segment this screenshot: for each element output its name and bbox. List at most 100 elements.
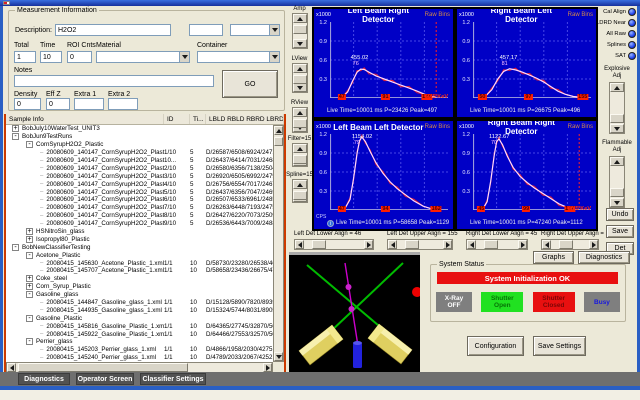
extra2-field[interactable] bbox=[108, 98, 138, 110]
scroll-track[interactable] bbox=[293, 189, 307, 193]
scroll-track[interactable] bbox=[293, 117, 307, 123]
tab-operator-screen[interactable]: Operator Screen bbox=[76, 373, 134, 385]
tree-row[interactable]: +HSNitroSin_glass bbox=[6, 228, 273, 236]
scroll-thumb[interactable] bbox=[293, 155, 307, 164]
tree-expander-icon[interactable]: - bbox=[12, 133, 19, 140]
tree-row[interactable]: -Perrier_glass bbox=[6, 338, 273, 346]
tree-row[interactable]: –20080609_140147_CornSyrupH2O2_Plastic_3… bbox=[6, 172, 273, 180]
led-button[interactable] bbox=[628, 8, 636, 16]
tree-row[interactable]: –20080415_144935_Gasoline_glass_1.xml1/1… bbox=[6, 306, 273, 314]
scroll-up-icon[interactable] bbox=[293, 64, 307, 73]
column-header-sample-info[interactable]: Sample Info bbox=[6, 114, 164, 124]
effz-field[interactable] bbox=[46, 98, 70, 110]
scroll-up-icon[interactable] bbox=[610, 157, 624, 166]
scroll-thumb[interactable] bbox=[293, 191, 307, 200]
scroll-down-icon[interactable] bbox=[293, 83, 307, 92]
scroll-track[interactable] bbox=[304, 240, 364, 249]
tree-row[interactable]: –20080415_145630_Acetone_Plastic_1.xml1/… bbox=[6, 259, 273, 267]
tree-row[interactable]: +BobJuly10WaterTest_UNIT3 bbox=[6, 125, 273, 133]
scrollbar-horizontal[interactable] bbox=[294, 239, 374, 250]
extra1-field[interactable] bbox=[74, 98, 104, 110]
time-field[interactable] bbox=[40, 51, 62, 63]
tree-vertical-scrollbar[interactable] bbox=[273, 125, 284, 362]
container-dropdown[interactable] bbox=[197, 51, 280, 63]
graphs-button[interactable]: Graphs bbox=[533, 251, 574, 264]
scroll-track[interactable] bbox=[293, 73, 307, 83]
led-button[interactable] bbox=[628, 19, 636, 27]
scrollbar-vertical[interactable] bbox=[292, 13, 308, 49]
tree-row[interactable]: -CornSyrupH2O2_Plastic bbox=[6, 141, 273, 149]
tree-row[interactable]: –20080609_140147_CornSyrupH2O2_Plastic_1… bbox=[6, 157, 273, 165]
scroll-thumb[interactable] bbox=[18, 363, 188, 372]
scroll-left-icon[interactable] bbox=[295, 240, 304, 249]
diagnostics-button[interactable]: Diagnostics bbox=[578, 251, 630, 264]
scroll-thumb[interactable] bbox=[293, 119, 307, 128]
scroll-up-icon[interactable] bbox=[293, 144, 307, 153]
description-field[interactable] bbox=[55, 24, 171, 36]
dropdown-arrow-icon[interactable] bbox=[269, 52, 279, 62]
tree-row[interactable]: +Coke_steel bbox=[6, 275, 273, 283]
scroll-down-icon[interactable] bbox=[293, 39, 307, 48]
scrollbar-vertical[interactable] bbox=[273, 125, 284, 362]
scroll-track[interactable] bbox=[293, 23, 307, 39]
scroll-up-icon[interactable] bbox=[293, 14, 307, 23]
scroll-thumb[interactable] bbox=[405, 240, 419, 249]
explosive-adj-slider[interactable] bbox=[609, 82, 625, 134]
undo-button[interactable]: Undo bbox=[606, 208, 634, 221]
tree-row[interactable]: –20080415_144847_Gasoline_glass_1.xml1/1… bbox=[6, 299, 273, 307]
material-dropdown[interactable] bbox=[96, 51, 190, 63]
tree-expander-icon[interactable]: + bbox=[26, 236, 33, 243]
tree-row[interactable]: –20080415_145707_Acetone_Plastic_1.xml1/… bbox=[6, 267, 273, 275]
tree-row[interactable]: –20080415_145240_Perrier_glass_1.xml1/11… bbox=[6, 354, 273, 362]
tree-expander-icon[interactable]: - bbox=[26, 315, 33, 322]
tree-row[interactable]: –20080609_140147_CornSyrupH2O2_Plastic_8… bbox=[6, 212, 273, 220]
scroll-track[interactable] bbox=[16, 363, 263, 372]
scroll-track[interactable] bbox=[274, 135, 283, 352]
tab-classifier-settings[interactable]: Classifier Settings bbox=[140, 373, 206, 385]
tree-row[interactable]: –20080609_140147_CornSyrupH2O2_Plastic_5… bbox=[6, 188, 273, 196]
scroll-left-icon[interactable] bbox=[388, 240, 397, 249]
tree-expander-icon[interactable]: + bbox=[26, 283, 33, 290]
density-field[interactable] bbox=[14, 98, 41, 110]
total-field[interactable] bbox=[14, 51, 36, 63]
tree-row[interactable]: –20080609_140147_CornSyrupH2O2_Plastic_1… bbox=[6, 149, 273, 157]
scroll-thumb[interactable] bbox=[274, 137, 283, 146]
dropdown-arrow-icon[interactable] bbox=[179, 52, 189, 62]
column-header-detectors[interactable]: LBLD RBLD RBRD LBRD bbox=[206, 114, 284, 124]
led-button[interactable] bbox=[628, 52, 636, 60]
tree-expander-icon[interactable]: - bbox=[26, 291, 33, 298]
tree-row[interactable]: -Acetone_Plastic bbox=[6, 251, 273, 259]
tree-expander-icon[interactable]: - bbox=[26, 252, 33, 259]
scroll-right-icon[interactable] bbox=[364, 240, 373, 249]
scroll-down-icon[interactable] bbox=[610, 124, 624, 133]
tree-row[interactable]: -BobJun9TestRuns bbox=[6, 133, 273, 141]
scrollbar-vertical[interactable] bbox=[609, 156, 625, 208]
column-header-id[interactable]: ID bbox=[164, 114, 190, 124]
scroll-track[interactable] bbox=[293, 153, 307, 157]
scroll-thumb[interactable] bbox=[293, 75, 307, 84]
scroll-up-icon[interactable] bbox=[274, 126, 283, 135]
flammable-adj-slider[interactable] bbox=[609, 156, 625, 208]
scroll-thumb[interactable] bbox=[610, 188, 624, 197]
tree-horizontal-scrollbar[interactable] bbox=[6, 362, 273, 372]
tree-row[interactable]: –20080415_145203_Perrier_glass_1.xml1/11… bbox=[6, 346, 273, 354]
scroll-track[interactable] bbox=[610, 166, 624, 198]
tree-row[interactable]: -Gasoline_glass bbox=[6, 291, 273, 299]
led-button[interactable] bbox=[628, 30, 636, 38]
tree-row[interactable]: –20080609_140147_CornSyrupH2O2_Plastic_2… bbox=[6, 164, 273, 172]
save-settings-button[interactable]: Save Settings bbox=[533, 336, 586, 356]
scroll-thumb[interactable] bbox=[610, 114, 624, 123]
save-button[interactable]: Save bbox=[606, 225, 634, 238]
scrollbar-vertical[interactable] bbox=[292, 179, 308, 203]
scroll-thumb[interactable] bbox=[312, 240, 326, 249]
configuration-button[interactable]: Configuration bbox=[467, 336, 524, 356]
aux-dropdown[interactable] bbox=[230, 24, 280, 36]
scroll-down-icon[interactable] bbox=[274, 352, 283, 361]
tree-expander-icon[interactable]: - bbox=[12, 244, 19, 251]
tree-expander-icon[interactable]: + bbox=[26, 228, 33, 235]
scroll-up-icon[interactable] bbox=[610, 83, 624, 92]
tree-row[interactable]: –20080609_140147_CornSyrupH2O2_Plastic_7… bbox=[6, 204, 273, 212]
dropdown-arrow-icon[interactable] bbox=[269, 25, 279, 35]
tree-row[interactable]: –20080609_140147_CornSyrupH2O2_Plastic_9… bbox=[6, 220, 273, 228]
column-header-time[interactable]: Ti... bbox=[190, 114, 206, 124]
